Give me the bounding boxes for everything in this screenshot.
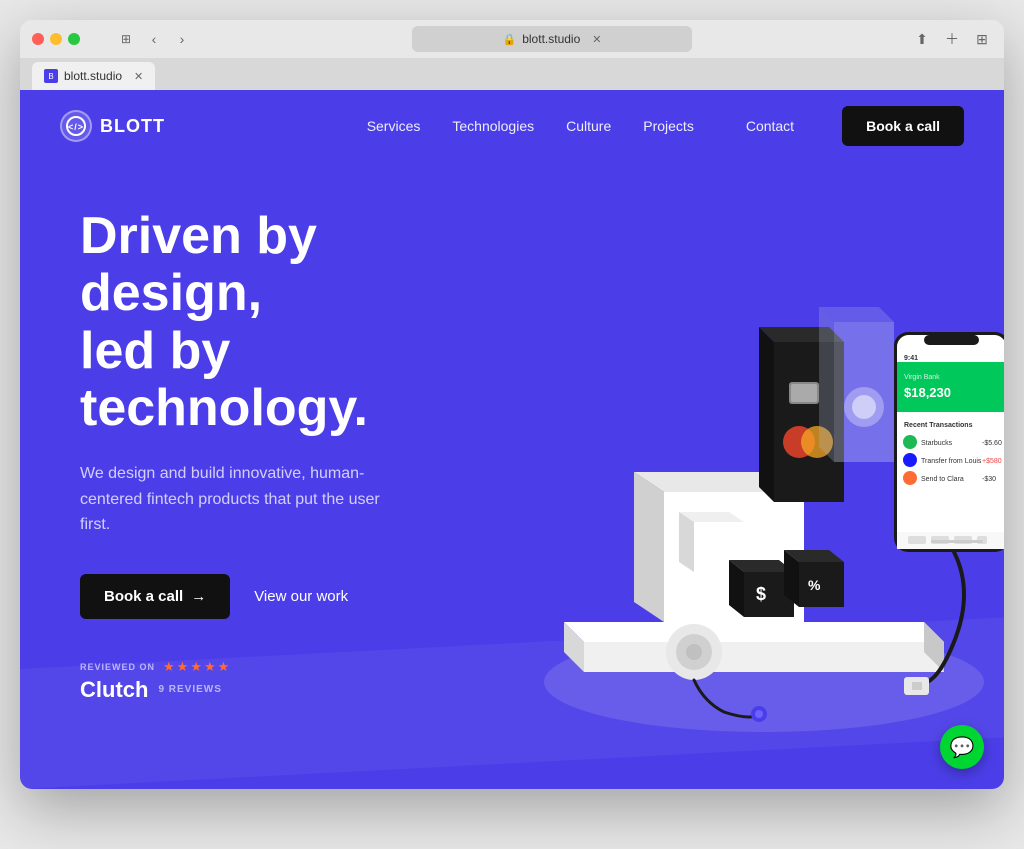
svg-text:Transfer from Louis: Transfer from Louis [921,458,982,465]
iso-scene-svg: 9:41 Virgin Bank $18,230 Recent Transact… [464,162,1004,789]
browser-window: ⊞ ‹ › 🔒 blott.studio ✕ ⬆ ＋ ⊞ B blott.stu… [20,20,1004,789]
tab-x[interactable]: ✕ [592,33,601,46]
clutch-badge[interactable]: REVIEWED ON ★ ★ ★ ★ ★ Clutch 9 REVIEWS [80,659,500,703]
star-1: ★ [163,659,175,675]
nav-technologies[interactable]: Technologies [452,118,534,134]
hero-view-work-button[interactable]: View our work [254,588,348,605]
star-5: ★ [218,659,230,675]
svg-text:-$30: -$30 [982,476,996,483]
svg-text:Starbucks: Starbucks [921,440,953,447]
chat-button[interactable]: 💬 [940,725,984,769]
hero-illustration: 9:41 Virgin Bank $18,230 Recent Transact… [464,162,1004,789]
grid-button[interactable]: ⊞ [972,29,992,49]
logo-text: BLOTT [100,116,165,137]
nav-contact[interactable]: Contact [746,118,794,134]
svg-text:</>: </> [68,122,84,132]
tab-bar: B blott.studio ✕ [20,58,1004,90]
tab-title: blott.studio [64,69,122,83]
svg-text:Recent Transactions: Recent Transactions [904,422,973,429]
star-2: ★ [177,659,189,675]
navbar: </> BLOTT Services Technologies Culture … [20,90,1004,162]
webpage: </> BLOTT Services Technologies Culture … [20,90,1004,789]
hero-actions: Book a call → View our work [80,574,500,619]
hero-content: Driven by design, led by technology. We … [80,208,500,703]
hero-title: Driven by design, led by technology. [80,208,500,437]
nav-services[interactable]: Services [367,118,421,134]
traffic-lights [32,33,80,45]
nav-buttons: ⊞ ‹ › [116,29,192,49]
clutch-reviewed-label: REVIEWED ON [80,662,155,672]
url-text: blott.studio [522,32,580,46]
clutch-top: REVIEWED ON ★ ★ ★ ★ ★ [80,659,500,675]
share-button[interactable]: ⬆ [912,29,932,49]
clutch-bottom: Clutch 9 REVIEWS [80,677,500,703]
nav-projects[interactable]: Projects [643,118,694,134]
hero-subtitle: We design and build innovative, human-ce… [80,461,380,538]
hero-section: Driven by design, led by technology. We … [20,162,1004,789]
svg-text:+$580: +$580 [982,458,1002,465]
logo[interactable]: </> BLOTT [60,110,165,142]
maximize-button[interactable] [68,33,80,45]
logo-icon: </> [60,110,92,142]
add-tab-button[interactable]: ＋ [942,29,962,49]
minimize-button[interactable] [50,33,62,45]
navbar-book-call-button[interactable]: Book a call [842,106,964,146]
title-bar: ⊞ ‹ › 🔒 blott.studio ✕ ⬆ ＋ ⊞ [20,20,1004,58]
svg-text:-$5.60: -$5.60 [982,440,1002,447]
clutch-stars: ★ ★ ★ ★ ★ [163,659,229,675]
nav-culture[interactable]: Culture [566,118,611,134]
chat-icon: 💬 [950,735,975,760]
close-button[interactable] [32,33,44,45]
svg-text:$: $ [756,584,766,604]
back-button[interactable]: ‹ [144,29,164,49]
tab-close-btn[interactable]: ✕ [134,70,143,83]
window-btn[interactable]: ⊞ [116,29,136,49]
svg-text:Virgin Bank: Virgin Bank [904,374,940,381]
nav-links: Services Technologies Culture Projects C… [367,106,964,146]
address-bar[interactable]: 🔒 blott.studio ✕ [412,26,692,52]
forward-button[interactable]: › [172,29,192,49]
tab-favicon: B [44,69,58,83]
clutch-name: Clutch [80,677,148,703]
clutch-reviews-count: 9 REVIEWS [158,684,221,695]
svg-text:9:41: 9:41 [904,355,918,362]
svg-text:Send to Clara: Send to Clara [921,476,964,483]
star-4: ★ [204,659,216,675]
star-3: ★ [190,659,202,675]
lock-icon: 🔒 [503,33,517,46]
active-tab[interactable]: B blott.studio ✕ [32,62,155,90]
hero-book-call-button[interactable]: Book a call → [80,574,230,619]
svg-text:%: % [808,577,821,593]
address-bar-wrap: 🔒 blott.studio ✕ [200,26,904,52]
toolbar-right: ⬆ ＋ ⊞ [912,29,992,49]
svg-text:$18,230: $18,230 [904,385,951,400]
